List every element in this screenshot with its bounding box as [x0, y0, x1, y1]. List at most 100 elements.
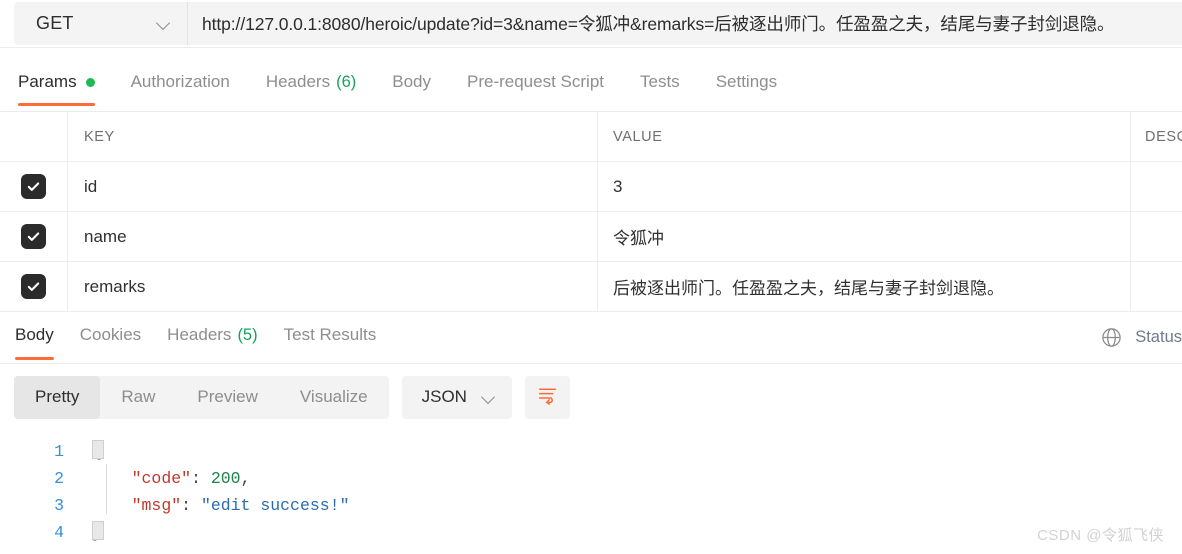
- header-cell-description: DESC: [1131, 112, 1182, 161]
- response-body-viewer[interactable]: 1 2 3 4 { "code": 200, "msg": "edit succ…: [0, 428, 1182, 554]
- postman-window: GET http://127.0.0.1:8080/heroic/update?…: [0, 0, 1182, 554]
- response-tab-bar: Body Cookies Headers (5) Test Results: [0, 314, 1182, 364]
- line-number: 1: [54, 442, 64, 461]
- row-key-text: remarks: [84, 276, 146, 296]
- row-checkbox-cell[interactable]: [0, 162, 68, 211]
- tab-response-body[interactable]: Body: [15, 314, 54, 360]
- tab-authorization[interactable]: Authorization: [131, 62, 230, 102]
- tab-authorization-label: Authorization: [130, 72, 230, 91]
- view-mode-segmented-control: Pretty Raw Preview Visualize: [14, 375, 389, 419]
- globe-icon: [1100, 326, 1123, 349]
- tab-headers-count: (6): [336, 72, 357, 91]
- chevron-down-icon: [158, 17, 171, 30]
- wrap-lines-icon: [537, 384, 558, 410]
- tab-headers[interactable]: Headers (6): [266, 62, 356, 102]
- view-mode-raw-label: Raw: [121, 387, 156, 406]
- code-comma: ,: [240, 469, 251, 488]
- response-tabs-divider: [0, 363, 1182, 364]
- table-row[interactable]: id 3: [0, 162, 1182, 212]
- line-number-gutter: 1 2 3 4: [0, 428, 80, 554]
- row-description-cell[interactable]: [1131, 212, 1182, 261]
- code-colon: :: [181, 496, 201, 515]
- tab-body-label: Body: [392, 72, 431, 91]
- row-value-cell[interactable]: 令狐冲: [598, 212, 1131, 261]
- view-mode-raw[interactable]: Raw: [100, 376, 176, 419]
- code-lines[interactable]: { "code": 200, "msg": "edit success!" }: [80, 428, 1182, 554]
- code-fold-marker-close[interactable]: [92, 521, 104, 540]
- view-mode-pretty[interactable]: Pretty: [14, 375, 101, 419]
- row-key-cell[interactable]: name: [68, 212, 598, 261]
- view-mode-preview-label: Preview: [197, 387, 258, 406]
- row-key-cell[interactable]: id: [68, 162, 598, 211]
- params-modified-dot-icon: [85, 77, 95, 87]
- row-value-cell[interactable]: 后被逐出师门。任盈盈之夫，结尾与妻子封剑退隐。: [598, 262, 1131, 311]
- view-mode-visualize[interactable]: Visualize: [279, 376, 389, 419]
- row-description-cell[interactable]: [1131, 162, 1182, 211]
- active-tab-indicator: [18, 103, 95, 106]
- tab-body[interactable]: Body: [392, 62, 431, 102]
- header-cell-checkbox: [0, 112, 68, 161]
- code-line-2: "code": 200,: [92, 465, 1182, 492]
- row-value-text: 令狐冲: [613, 229, 664, 248]
- query-params-table: KEY VALUE DESC id 3: [0, 112, 1182, 312]
- code-quote-close: ": [339, 496, 350, 515]
- line-number: 3: [54, 496, 64, 515]
- row-key-text: name: [84, 226, 127, 246]
- code-line-4: }: [92, 519, 1182, 546]
- url-bar-divider: [0, 47, 1182, 48]
- header-key-label: KEY: [84, 128, 115, 145]
- checkbox-checked-icon[interactable]: [21, 224, 46, 249]
- row-checkbox-cell[interactable]: [0, 262, 68, 311]
- response-view-toolbar: Pretty Raw Preview Visualize JSON: [0, 374, 1182, 420]
- tab-test-results[interactable]: Test Results: [284, 314, 377, 356]
- tab-params[interactable]: Params: [18, 62, 95, 106]
- tab-settings-label: Settings: [715, 72, 778, 91]
- request-url-bar: GET http://127.0.0.1:8080/heroic/update?…: [0, 0, 1182, 47]
- tab-settings[interactable]: Settings: [716, 62, 777, 102]
- tab-response-cookies[interactable]: Cookies: [80, 314, 141, 356]
- header-cell-key: KEY: [68, 112, 598, 161]
- row-key-cell[interactable]: remarks: [68, 262, 598, 311]
- code-fold-marker-open[interactable]: [92, 440, 104, 459]
- checkbox-checked-icon[interactable]: [21, 174, 46, 199]
- response-format-label: JSON: [421, 387, 467, 406]
- header-value-label: VALUE: [613, 128, 663, 145]
- url-input[interactable]: http://127.0.0.1:8080/heroic/update?id=3…: [187, 2, 1182, 45]
- tab-tests-label: Tests: [640, 72, 680, 91]
- header-description-label: DESC: [1145, 128, 1182, 145]
- tab-response-cookies-label: Cookies: [79, 325, 142, 344]
- row-description-cell[interactable]: [1131, 262, 1182, 311]
- code-line-3: "msg": "edit success!": [92, 492, 1182, 519]
- tab-tests[interactable]: Tests: [640, 62, 680, 102]
- tab-pre-request-script-label: Pre-request Script: [467, 72, 604, 91]
- response-status-label: Status: [1135, 328, 1182, 346]
- http-method-selector[interactable]: GET: [14, 2, 187, 45]
- url-input-value: http://127.0.0.1:8080/heroic/update?id=3…: [202, 14, 1115, 34]
- row-checkbox-cell[interactable]: [0, 212, 68, 261]
- view-mode-pretty-label: Pretty: [35, 387, 80, 406]
- tab-params-label: Params: [18, 72, 77, 91]
- header-cell-value: VALUE: [598, 112, 1131, 161]
- tab-test-results-label: Test Results: [283, 325, 377, 344]
- request-tab-bar: Params Authorization Headers (6) Body Pr…: [0, 62, 1182, 111]
- code-colon: :: [191, 469, 211, 488]
- table-row[interactable]: name 令狐冲: [0, 212, 1182, 262]
- row-value-cell[interactable]: 3: [598, 162, 1131, 211]
- tab-headers-label: Headers: [265, 72, 331, 91]
- tab-response-headers[interactable]: Headers (5): [167, 314, 257, 356]
- json-value-msg: edit success!: [210, 496, 340, 515]
- tab-response-body-label: Body: [15, 325, 54, 344]
- chevron-down-icon: [483, 391, 496, 404]
- view-mode-visualize-label: Visualize: [299, 387, 368, 406]
- response-format-selector[interactable]: JSON: [401, 375, 512, 419]
- tab-response-headers-count: (5): [237, 325, 258, 344]
- wrap-lines-button[interactable]: [524, 375, 570, 419]
- response-status-area: Status: [1100, 326, 1182, 349]
- view-mode-preview[interactable]: Preview: [176, 376, 278, 419]
- row-value-text: 3: [613, 176, 623, 196]
- tab-pre-request-script[interactable]: Pre-request Script: [467, 62, 604, 102]
- watermark: CSDN @令狐飞侠: [1037, 527, 1164, 544]
- table-row[interactable]: remarks 后被逐出师门。任盈盈之夫，结尾与妻子封剑退隐。: [0, 262, 1182, 312]
- line-number: 2: [54, 469, 64, 488]
- checkbox-checked-icon[interactable]: [21, 274, 46, 299]
